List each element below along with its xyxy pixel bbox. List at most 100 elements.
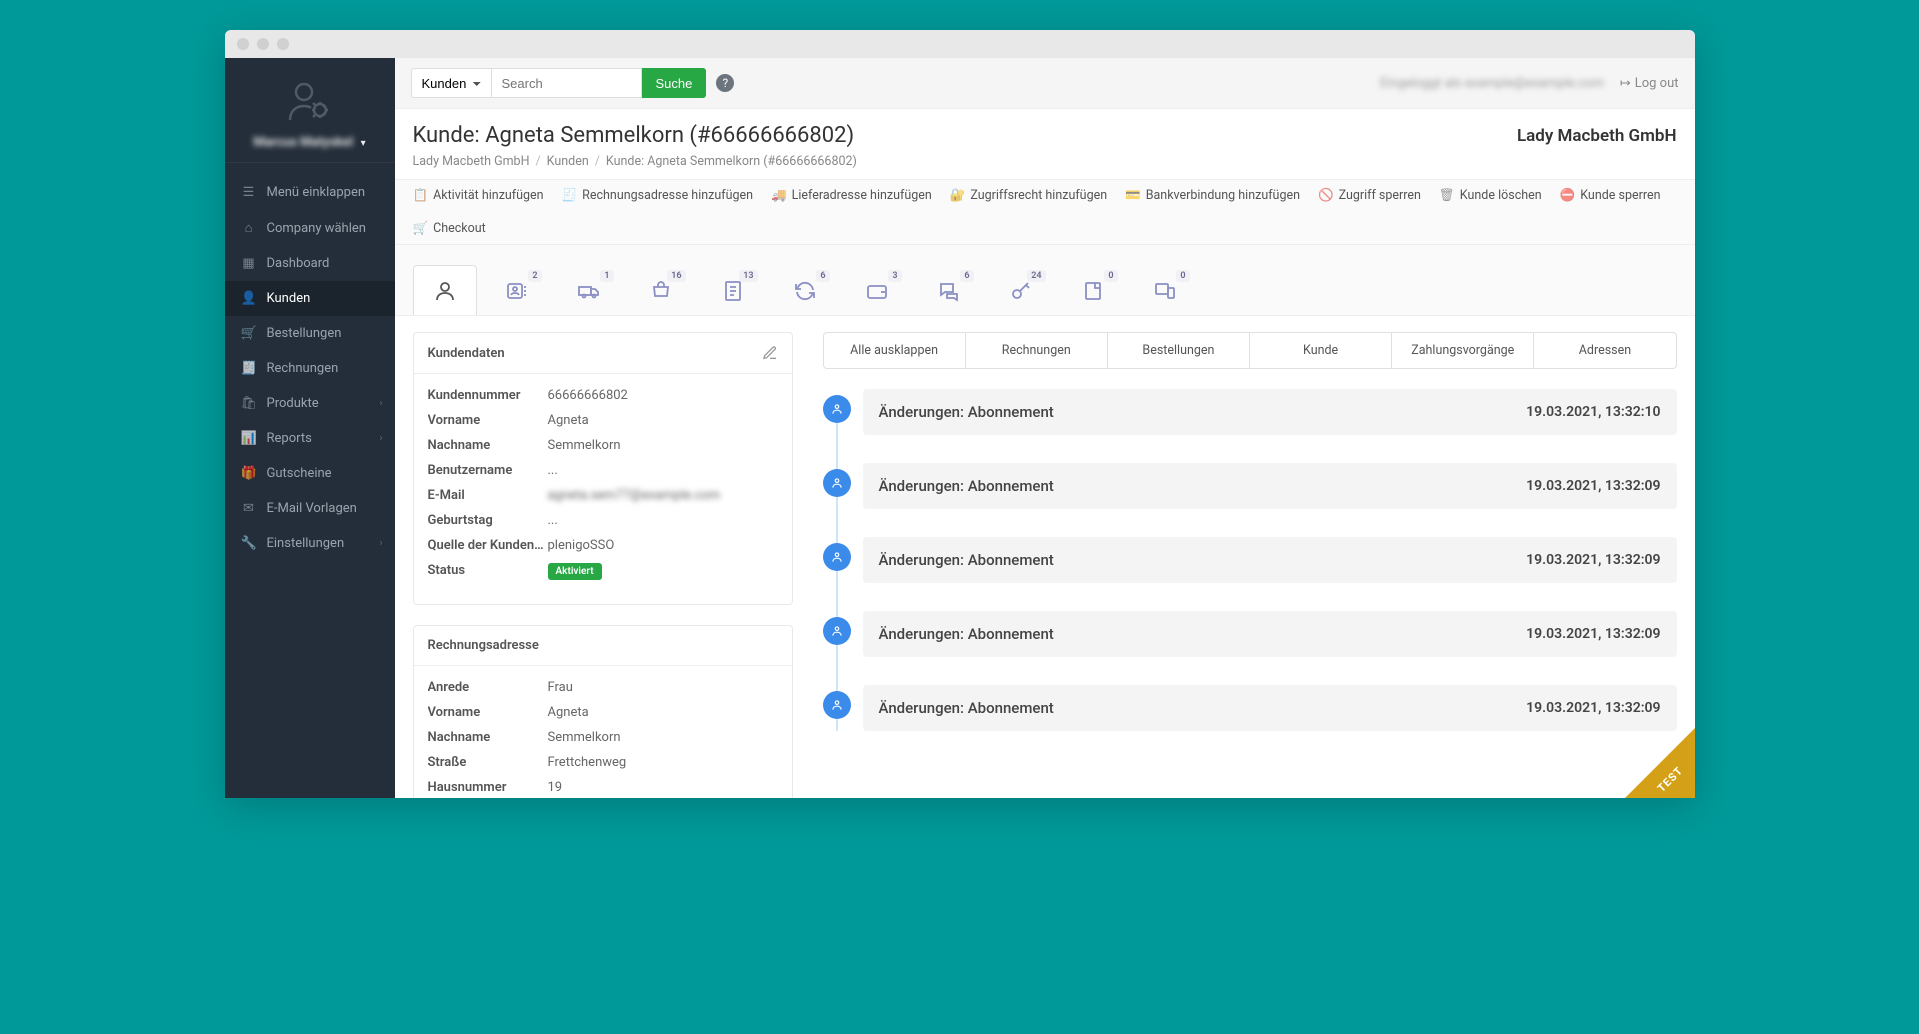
breadcrumb-item[interactable]: Kunden bbox=[547, 154, 589, 169]
filter-alle-ausklappen[interactable]: Alle ausklappen bbox=[824, 333, 966, 368]
menu-icon: ☰ bbox=[241, 185, 257, 200]
timeline-filters: Alle ausklappenRechnungenBestellungenKun… bbox=[823, 332, 1677, 369]
titlebar bbox=[225, 30, 1695, 58]
action-kunde-l-schen[interactable]: 🗑Kunde löschen bbox=[1439, 188, 1542, 203]
filter-kunde[interactable]: Kunde bbox=[1250, 333, 1392, 368]
timeline-title: Änderungen: Abonnement bbox=[879, 403, 1054, 421]
tab-badge: 24 bbox=[1027, 270, 1045, 282]
sidebar-item-einstellungen[interactable]: 🔧Einstellungen› bbox=[225, 526, 395, 561]
sidebar-item-dashboard[interactable]: ▦Dashboard bbox=[225, 246, 395, 281]
field-label: Geburtstag bbox=[428, 513, 548, 528]
sidebar-user-name: Marcus Matyskel bbox=[253, 135, 353, 150]
sidebar-item-kunden[interactable]: 👤Kunden bbox=[225, 281, 395, 316]
field-value: Semmelkorn bbox=[548, 438, 621, 453]
action-icon: 🚫 bbox=[1318, 188, 1334, 203]
status-badge: Aktiviert bbox=[548, 563, 602, 580]
field-row: Geburtstag... bbox=[428, 513, 778, 528]
sidebar-item-label: Menü einklappen bbox=[267, 185, 366, 200]
breadcrumb-item[interactable]: Lady Macbeth GmbH bbox=[413, 154, 530, 169]
sidebar-user-block[interactable]: Marcus Matyskel ▾ bbox=[225, 58, 395, 163]
sidebar-item-rechnungen[interactable]: 🧾Rechnungen bbox=[225, 351, 395, 386]
tab-sync[interactable]: 6 bbox=[773, 265, 837, 315]
left-column: Kundendaten Kundennummer66666666802Vorna… bbox=[413, 332, 793, 798]
traffic-light-min[interactable] bbox=[257, 38, 269, 50]
sidebar-item-gutscheine[interactable]: 🎁Gutscheine bbox=[225, 456, 395, 491]
action-zugriffsrecht-hinzuf-gen[interactable]: 🔐Zugriffsrecht hinzufügen bbox=[950, 188, 1107, 203]
field-label: Nachname bbox=[428, 438, 548, 453]
edit-icon[interactable] bbox=[762, 345, 778, 361]
tab-badge: 2 bbox=[528, 270, 541, 282]
sidebar-item-label: E-Mail Vorlagen bbox=[267, 501, 357, 516]
action-checkout[interactable]: 🛒Checkout bbox=[413, 221, 486, 236]
tab-invoice[interactable]: 13 bbox=[701, 265, 765, 315]
tab-contacts[interactable]: 2 bbox=[485, 265, 549, 315]
field-value: agneta.sem77@example.com bbox=[548, 488, 721, 503]
tab-cart[interactable]: 16 bbox=[629, 265, 693, 315]
topbar: Kunden Suche ? Eingeloggt als example@ex… bbox=[395, 58, 1695, 108]
filter-zahlungsvorg-nge[interactable]: Zahlungsvorgänge bbox=[1392, 333, 1534, 368]
action-bankverbindung-hinzuf-gen[interactable]: 💳Bankverbindung hinzufügen bbox=[1125, 188, 1300, 203]
field-row: StatusAktiviert bbox=[428, 563, 778, 580]
caret-down-icon: ▾ bbox=[361, 138, 366, 149]
field-row: NachnameSemmelkorn bbox=[428, 730, 778, 745]
sidebar-item-label: Company wählen bbox=[267, 221, 366, 236]
field-label: Nachname bbox=[428, 730, 548, 745]
tab-shipping[interactable]: 1 bbox=[557, 265, 621, 315]
search-input[interactable] bbox=[492, 68, 642, 98]
action-icon: 🚚 bbox=[771, 188, 787, 203]
user-gear-icon bbox=[286, 78, 334, 126]
breadcrumb: Lady Macbeth GmbH/Kunden/Kunde: Agneta S… bbox=[413, 154, 1677, 179]
panel-title: Rechnungsadresse bbox=[428, 638, 539, 653]
sidebar-item-label: Gutscheine bbox=[267, 466, 332, 481]
timeline-item[interactable]: Änderungen: Abonnement 19.03.2021, 13:32… bbox=[863, 463, 1677, 509]
sidebar-item-label: Bestellungen bbox=[267, 326, 342, 341]
field-label: E-Mail bbox=[428, 488, 548, 503]
sidebar-item-bestellungen[interactable]: 🛒Bestellungen bbox=[225, 316, 395, 351]
tab-key[interactable]: 24 bbox=[989, 265, 1053, 315]
action-kunde-sperren[interactable]: ⛔Kunde sperren bbox=[1560, 188, 1661, 203]
field-value: ... bbox=[548, 513, 558, 528]
sidebar-item-reports[interactable]: 📊Reports› bbox=[225, 421, 395, 456]
action-icon: 🔐 bbox=[950, 188, 966, 203]
tab-wallet[interactable]: 3 bbox=[845, 265, 909, 315]
help-icon[interactable]: ? bbox=[716, 74, 734, 92]
field-value: Agneta bbox=[548, 413, 589, 428]
tab-badge: 0 bbox=[1104, 270, 1117, 282]
field-label: Quelle der Kundenre… bbox=[428, 538, 548, 553]
action-lieferadresse-hinzuf-gen[interactable]: 🚚Lieferadresse hinzufügen bbox=[771, 188, 932, 203]
tab-user[interactable] bbox=[413, 265, 477, 315]
sidebar-item-men-einklappen[interactable]: ☰ Menü einklappen bbox=[225, 175, 395, 210]
filter-bestellungen[interactable]: Bestellungen bbox=[1108, 333, 1250, 368]
field-row: StraßeFrettchenweg bbox=[428, 755, 778, 770]
tab-badge: 3 bbox=[888, 270, 901, 282]
timeline-item[interactable]: Änderungen: Abonnement 19.03.2021, 13:32… bbox=[863, 611, 1677, 657]
sidebar-item-produkte[interactable]: 🛍Produkte› bbox=[225, 386, 395, 421]
tab-chat[interactable]: 6 bbox=[917, 265, 981, 315]
timeline-user-icon bbox=[823, 691, 851, 719]
tab-note[interactable]: 0 bbox=[1061, 265, 1125, 315]
field-value: 66666666802 bbox=[548, 388, 628, 403]
traffic-light-max[interactable] bbox=[277, 38, 289, 50]
logout-link[interactable]: ↦ Log out bbox=[1620, 76, 1679, 91]
sidebar-item-e-mail-vorlagen[interactable]: ✉E-Mail Vorlagen bbox=[225, 491, 395, 526]
field-value: Frau bbox=[548, 680, 573, 695]
tab-devices[interactable]: 0 bbox=[1133, 265, 1197, 315]
search-entity-select[interactable]: Kunden bbox=[411, 68, 492, 98]
timeline-item[interactable]: Änderungen: Abonnement 19.03.2021, 13:32… bbox=[863, 685, 1677, 731]
sidebar-item-company-w-hlen[interactable]: ⌂Company wählen bbox=[225, 210, 395, 246]
action-zugriff-sperren[interactable]: 🚫Zugriff sperren bbox=[1318, 188, 1421, 203]
field-row: Hausnummer19 bbox=[428, 780, 778, 795]
field-value: 19 bbox=[548, 780, 563, 795]
search-button[interactable]: Suche bbox=[642, 68, 707, 98]
timeline-item[interactable]: Änderungen: Abonnement 19.03.2021, 13:32… bbox=[863, 389, 1677, 435]
filter-rechnungen[interactable]: Rechnungen bbox=[966, 333, 1108, 368]
filter-adressen[interactable]: Adressen bbox=[1534, 333, 1675, 368]
app-body: Marcus Matyskel ▾ ☰ Menü einklappen ⌂Compa… bbox=[225, 58, 1695, 798]
sidebar-item-label: Produkte bbox=[267, 396, 319, 411]
field-value: plenigoSSO bbox=[548, 538, 615, 553]
timeline-item[interactable]: Änderungen: Abonnement 19.03.2021, 13:32… bbox=[863, 537, 1677, 583]
action-aktivit-t-hinzuf-gen[interactable]: 📋Aktivität hinzufügen bbox=[413, 188, 544, 203]
action-rechnungsadresse-hinzuf-gen[interactable]: 🧾Rechnungsadresse hinzufügen bbox=[562, 188, 753, 203]
grid-icon: ▦ bbox=[241, 256, 257, 271]
traffic-light-close[interactable] bbox=[237, 38, 249, 50]
